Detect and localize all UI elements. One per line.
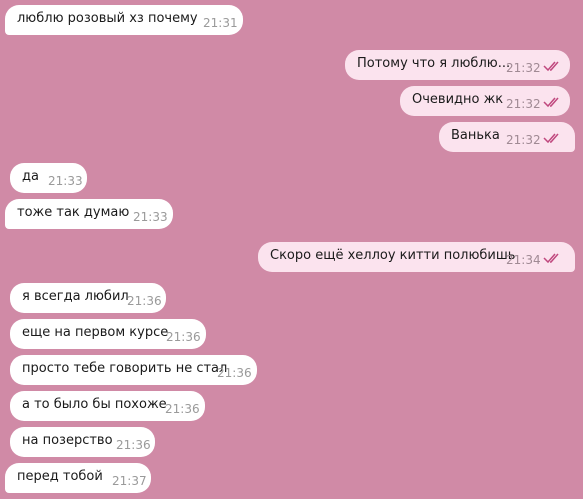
message-time: 21:33 [133, 210, 168, 224]
message-text: тоже так думаю [17, 205, 130, 220]
message-bubble[interactable]: Скоро ещё хеллоу китти полюбишь 21:34 [258, 242, 575, 272]
message-bubble[interactable]: тоже так думаю 21:33 [5, 199, 173, 229]
message-bubble[interactable]: а то было бы похоже 21:36 [10, 391, 205, 421]
message-time: 21:32 [506, 61, 541, 75]
message-bubble[interactable]: еще на первом курсе 21:36 [10, 319, 206, 349]
message-text: Очевидно жк [412, 92, 504, 107]
message-time: 21:37 [112, 474, 147, 488]
message-time: 21:32 [506, 133, 541, 147]
read-checkmarks-icon [543, 242, 563, 272]
read-checkmarks-icon [543, 50, 563, 80]
message-bubble[interactable]: просто тебе говорить не стал 21:36 [10, 355, 257, 385]
read-checkmarks-icon [543, 122, 563, 152]
message-text: я всегда любил [22, 289, 129, 304]
message-time: 21:32 [506, 97, 541, 111]
message-time: 21:36 [166, 330, 201, 344]
message-text: еще на первом курсе [22, 325, 169, 340]
message-text: люблю розовый хз почему [17, 11, 198, 26]
message-time: 21:36 [165, 402, 200, 416]
message-text: Ванька [451, 128, 500, 143]
message-time: 21:36 [217, 366, 252, 380]
message-bubble[interactable]: я всегда любил 21:36 [10, 283, 166, 313]
message-bubble[interactable]: Очевидно жк 21:32 [400, 86, 570, 116]
message-text: а то было бы похоже [22, 397, 167, 412]
message-text: Потому что я люблю... [357, 56, 511, 71]
message-bubble[interactable]: Потому что я люблю... 21:32 [345, 50, 570, 80]
chat-history: люблю розовый хз почему 21:31 Потому что… [0, 0, 583, 499]
message-text: перед тобой [17, 469, 103, 484]
message-bubble[interactable]: на позерство 21:36 [10, 427, 155, 457]
message-time: 21:36 [116, 438, 151, 452]
message-time: 21:36 [127, 294, 162, 308]
message-time: 21:33 [48, 174, 83, 188]
read-checkmarks-icon [543, 86, 563, 116]
message-bubble[interactable]: Ванька 21:32 [439, 122, 575, 152]
message-time: 21:34 [506, 253, 541, 267]
message-text: просто тебе говорить не стал [22, 361, 228, 376]
message-text: Скоро ещё хеллоу китти полюбишь [270, 248, 516, 263]
message-bubble[interactable]: да 21:33 [10, 163, 87, 193]
message-text: да [22, 169, 39, 184]
message-bubble[interactable]: перед тобой 21:37 [5, 463, 151, 493]
message-bubble[interactable]: люблю розовый хз почему 21:31 [5, 5, 243, 35]
message-text: на позерство [22, 433, 113, 448]
message-time: 21:31 [203, 16, 238, 30]
